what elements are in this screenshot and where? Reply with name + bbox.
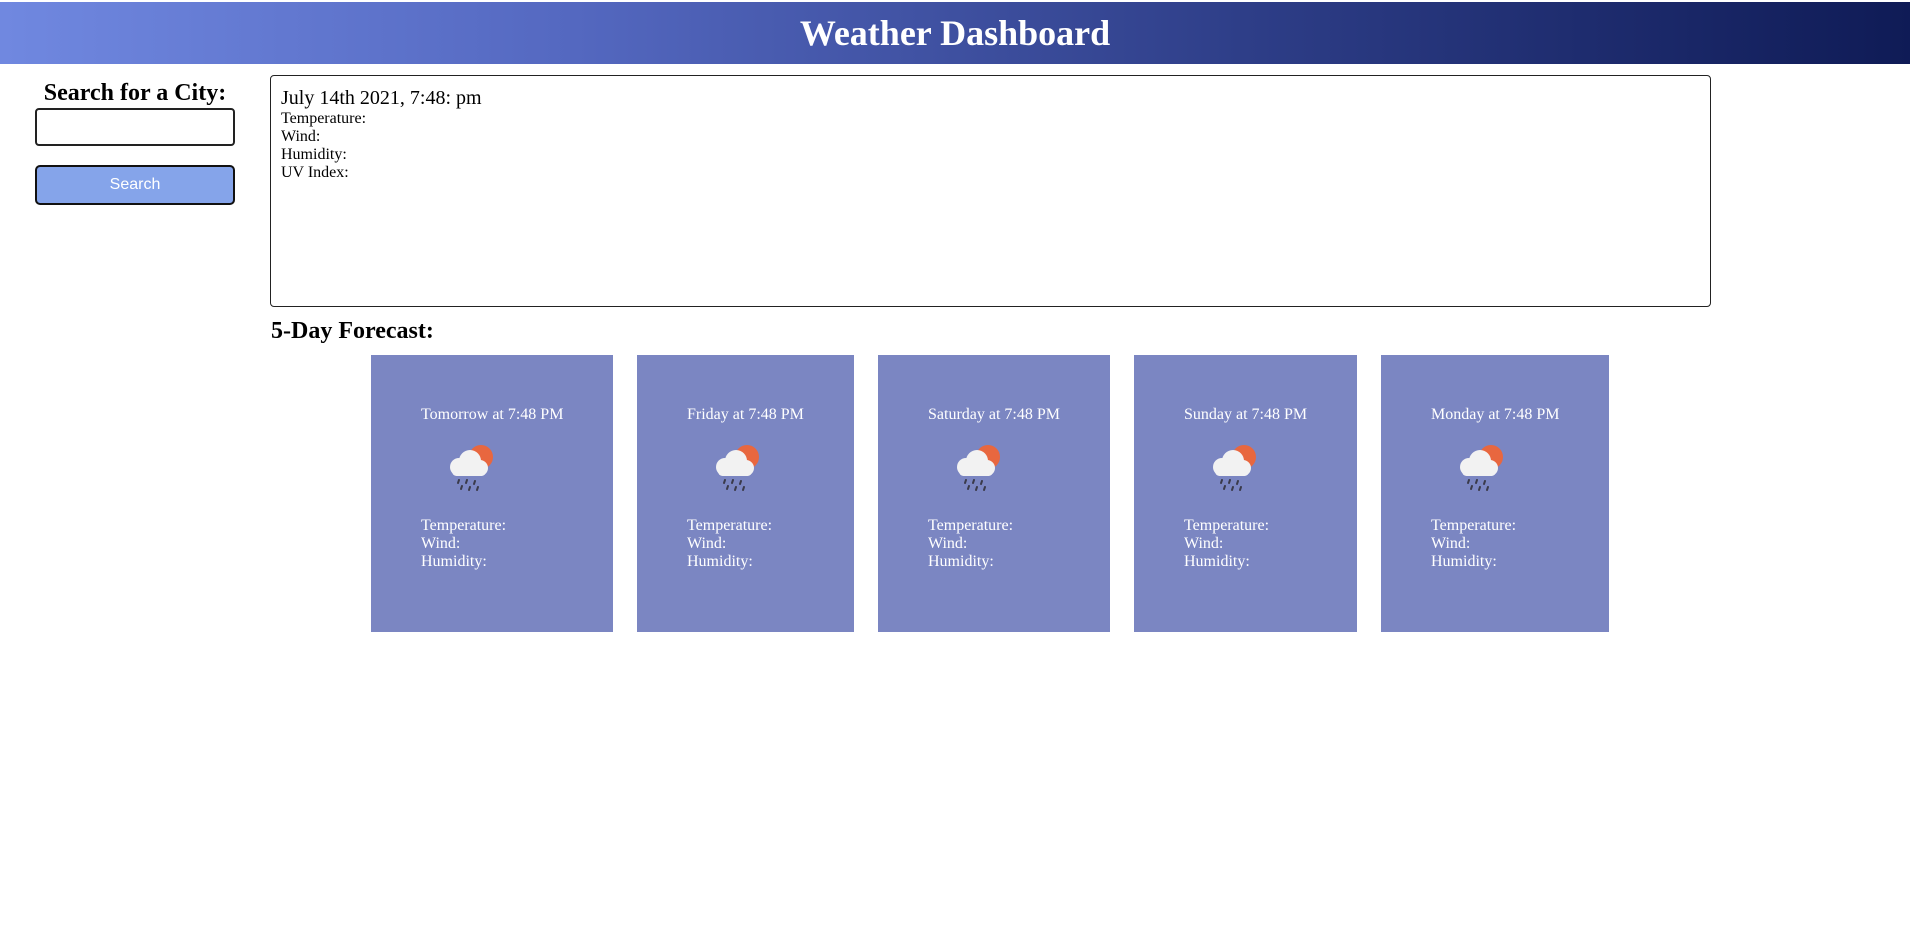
forecast-card: Tomorrow at 7:48 PM Temperature: Wind: H…: [371, 355, 613, 632]
forecast-temperature: Temperature:: [1184, 517, 1270, 534]
forecast-temperature: Temperature:: [687, 517, 773, 534]
page-header: Weather Dashboard: [0, 2, 1910, 64]
page-title: Weather Dashboard: [799, 13, 1111, 53]
forecast-wind: Wind:: [421, 535, 461, 552]
search-panel: Search for a City: Search: [35, 78, 235, 205]
cloud-sun-rain-icon: [716, 445, 759, 491]
forecast-day-label: Sunday at 7:48 PM: [1184, 406, 1308, 423]
forecast-card: Friday at 7:48 PM Temperature: Wind: Hum…: [637, 355, 854, 632]
current-uv-index: UV Index:: [281, 164, 349, 181]
forecast-card: Saturday at 7:48 PM Temperature: Wind: H…: [878, 355, 1110, 632]
forecast-humidity: Humidity:: [928, 553, 994, 570]
city-search-input[interactable]: [35, 108, 235, 146]
forecast-card: Monday at 7:48 PM Temperature: Wind: Hum…: [1381, 355, 1609, 632]
forecast-temperature: Temperature:: [1431, 517, 1517, 534]
current-weather-panel: July 14th 2021, 7:48: pm Temperature: Wi…: [270, 75, 1711, 307]
forecast-humidity: Humidity:: [687, 553, 753, 570]
cloud-sun-rain-icon: [1460, 445, 1503, 491]
forecast-day-label: Friday at 7:48 PM: [687, 406, 804, 423]
forecast-humidity: Humidity:: [1184, 553, 1250, 570]
forecast-humidity: Humidity:: [1431, 553, 1497, 570]
forecast-wind: Wind:: [687, 535, 727, 552]
forecast-wind: Wind:: [1431, 535, 1471, 552]
search-button[interactable]: Search: [35, 165, 235, 205]
forecast-card: Sunday at 7:48 PM Temperature: Wind: Hum…: [1134, 355, 1357, 632]
forecast-day-label: Tomorrow at 7:48 PM: [421, 406, 564, 423]
forecast-humidity: Humidity:: [421, 553, 487, 570]
current-humidity: Humidity:: [281, 146, 347, 163]
forecast-day-label: Saturday at 7:48 PM: [928, 406, 1060, 423]
cloud-sun-rain-icon: [1213, 445, 1256, 491]
forecast-wind: Wind:: [1184, 535, 1224, 552]
forecast-temperature: Temperature:: [928, 517, 1014, 534]
search-heading: Search for a City:: [43, 80, 227, 106]
forecast-temperature: Temperature:: [421, 517, 507, 534]
forecast-wind: Wind:: [928, 535, 968, 552]
current-temperature: Temperature:: [281, 110, 367, 127]
cloud-sun-rain-icon: [957, 445, 1000, 491]
forecast-day-label: Monday at 7:48 PM: [1431, 406, 1560, 423]
current-datetime: July 14th 2021, 7:48: pm: [281, 87, 482, 109]
current-wind: Wind:: [281, 128, 321, 145]
cloud-sun-rain-icon: [450, 445, 493, 491]
forecast-heading: 5-Day Forecast:: [271, 318, 434, 344]
